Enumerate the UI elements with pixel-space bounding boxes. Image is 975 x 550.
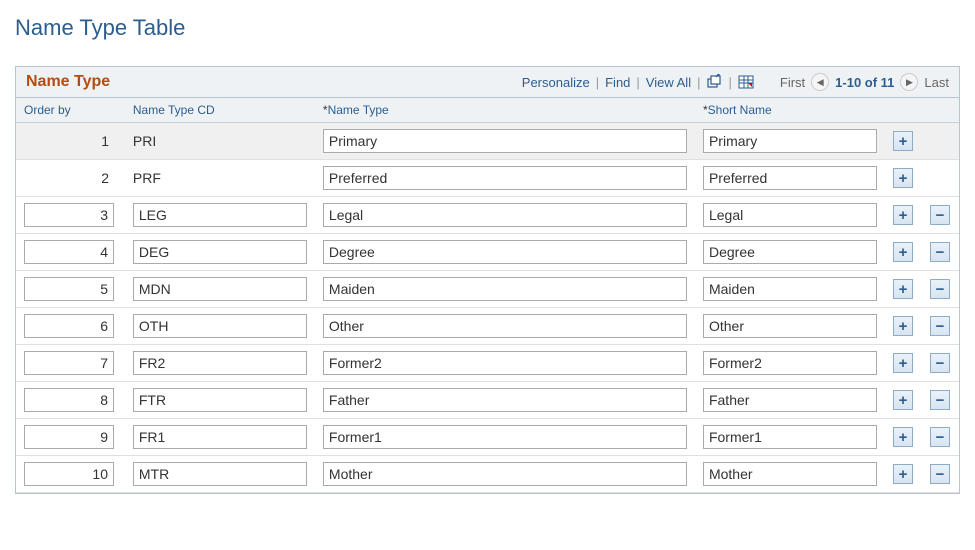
col-header-shortname: *Short Name <box>695 98 885 123</box>
order-input[interactable] <box>24 314 114 338</box>
separator: | <box>728 75 731 90</box>
table-row: +− <box>16 382 959 419</box>
name-type-input[interactable] <box>323 388 687 412</box>
personalize-link[interactable]: Personalize <box>522 75 590 90</box>
name-type-input[interactable] <box>323 277 687 301</box>
page-title: Name Type Table <box>15 15 960 41</box>
add-row-button[interactable]: + <box>893 168 913 188</box>
short-name-input[interactable] <box>703 462 877 486</box>
grid-header: Name Type Personalize | Find | View All … <box>16 67 959 98</box>
order-input[interactable] <box>24 240 114 264</box>
table-row: +− <box>16 308 959 345</box>
delete-row-button[interactable]: − <box>930 279 950 299</box>
separator: | <box>636 75 639 90</box>
name-type-cd-input[interactable] <box>133 240 307 264</box>
short-name-input[interactable] <box>703 240 877 264</box>
name-type-input[interactable] <box>323 462 687 486</box>
table-row: +− <box>16 419 959 456</box>
short-name-input[interactable] <box>703 129 877 153</box>
add-row-button[interactable]: + <box>893 390 913 410</box>
name-type-input[interactable] <box>323 425 687 449</box>
short-name-input[interactable] <box>703 351 877 375</box>
name-type-grid: Order by Name Type CD *Name Type *Short … <box>16 98 959 493</box>
grid-title: Name Type <box>26 73 110 91</box>
add-row-button[interactable]: + <box>893 279 913 299</box>
short-name-input[interactable] <box>703 203 877 227</box>
nav-controls: First ◀ 1-10 of 11 ▶ Last <box>780 73 949 91</box>
find-link[interactable]: Find <box>605 75 630 90</box>
order-input[interactable] <box>24 462 114 486</box>
add-row-button[interactable]: + <box>893 316 913 336</box>
short-name-input[interactable] <box>703 388 877 412</box>
add-row-button[interactable]: + <box>893 464 913 484</box>
name-type-cd-input[interactable] <box>133 277 307 301</box>
next-page-button[interactable]: ▶ <box>900 73 918 91</box>
col-header-order: Order by <box>16 98 125 123</box>
order-input[interactable] <box>24 277 114 301</box>
order-input[interactable] <box>24 388 114 412</box>
col-header-nametype: *Name Type <box>315 98 695 123</box>
add-row-button[interactable]: + <box>893 427 913 447</box>
nav-first-label[interactable]: First <box>780 75 805 90</box>
name-type-cd-input[interactable] <box>133 462 307 486</box>
table-row: +− <box>16 234 959 271</box>
col-header-delete <box>922 98 959 123</box>
delete-row-button[interactable]: − <box>930 464 950 484</box>
name-type-cd-input[interactable] <box>133 203 307 227</box>
name-type-cd-value: PRF <box>133 167 307 189</box>
table-row: +− <box>16 345 959 382</box>
delete-row-button[interactable]: − <box>930 390 950 410</box>
download-icon[interactable] <box>738 74 754 90</box>
add-row-button[interactable]: + <box>893 353 913 373</box>
sort-order-by[interactable]: Order by <box>24 103 71 117</box>
delete-row-button[interactable]: − <box>930 242 950 262</box>
short-name-input[interactable] <box>703 166 877 190</box>
name-type-input[interactable] <box>323 129 687 153</box>
name-type-cd-input[interactable] <box>133 425 307 449</box>
prev-page-button[interactable]: ◀ <box>811 73 829 91</box>
add-row-button[interactable]: + <box>893 242 913 262</box>
order-input[interactable] <box>24 425 114 449</box>
short-name-input[interactable] <box>703 277 877 301</box>
name-type-input[interactable] <box>323 166 687 190</box>
table-row: +− <box>16 271 959 308</box>
col-header-cd: Name Type CD <box>125 98 315 123</box>
order-input[interactable] <box>24 203 114 227</box>
order-value: 1 <box>24 130 114 152</box>
col-header-add <box>885 98 922 123</box>
short-name-input[interactable] <box>703 425 877 449</box>
grid-controls: Personalize | Find | View All | | First … <box>522 73 949 91</box>
grid-container: Name Type Personalize | Find | View All … <box>15 66 960 494</box>
name-type-input[interactable] <box>323 351 687 375</box>
table-row: 2 PRF + <box>16 160 959 197</box>
add-row-button[interactable]: + <box>893 131 913 151</box>
name-type-input[interactable] <box>323 203 687 227</box>
nav-range[interactable]: 1-10 of 11 <box>835 75 894 90</box>
delete-row-button[interactable]: − <box>930 427 950 447</box>
name-type-input[interactable] <box>323 240 687 264</box>
sort-name-type-cd[interactable]: Name Type CD <box>133 103 215 117</box>
add-row-button[interactable]: + <box>893 205 913 225</box>
table-row: 1 PRI + <box>16 123 959 160</box>
nav-last-label[interactable]: Last <box>924 75 949 90</box>
delete-row-button[interactable]: − <box>930 205 950 225</box>
name-type-input[interactable] <box>323 314 687 338</box>
order-input[interactable] <box>24 351 114 375</box>
delete-row-button[interactable]: − <box>930 316 950 336</box>
table-row: +− <box>16 197 959 234</box>
zoom-icon[interactable] <box>706 74 722 90</box>
delete-row-button[interactable]: − <box>930 353 950 373</box>
view-all-link[interactable]: View All <box>646 75 691 90</box>
name-type-cd-input[interactable] <box>133 351 307 375</box>
separator: | <box>697 75 700 90</box>
name-type-cd-input[interactable] <box>133 314 307 338</box>
sort-short-name[interactable]: Short Name <box>708 103 772 117</box>
sort-name-type[interactable]: Name Type <box>328 103 389 117</box>
order-value: 2 <box>24 167 114 189</box>
short-name-input[interactable] <box>703 314 877 338</box>
separator: | <box>596 75 599 90</box>
name-type-cd-value: PRI <box>133 130 307 152</box>
table-row: +− <box>16 456 959 493</box>
name-type-cd-input[interactable] <box>133 388 307 412</box>
